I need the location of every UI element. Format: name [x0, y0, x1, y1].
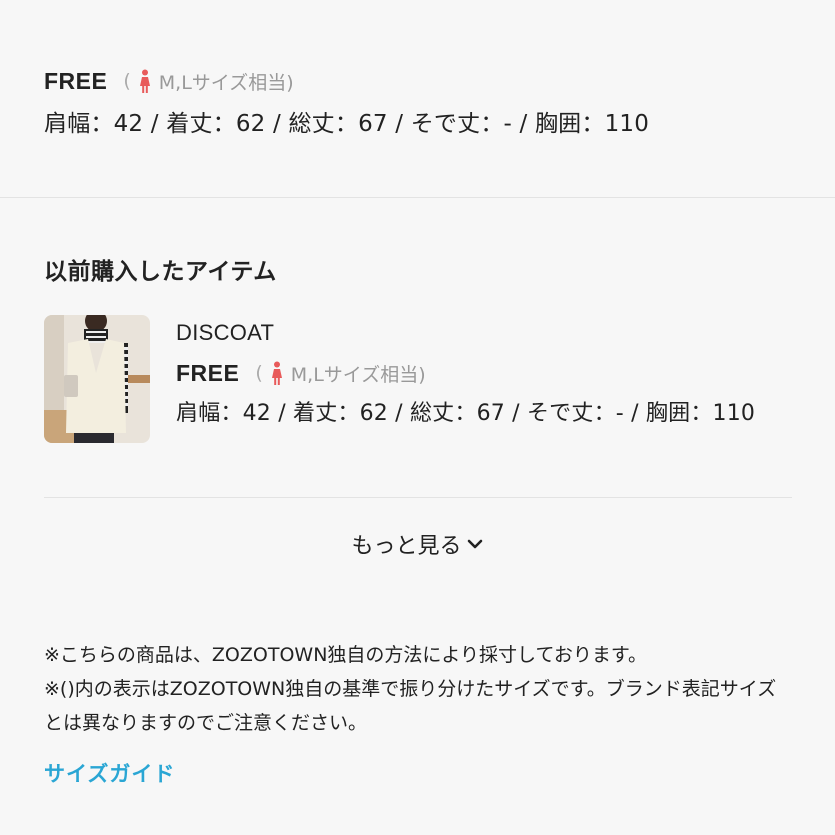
equivalent-text: M,Lサイズ相当) [158, 71, 294, 94]
measurement-notes: ※こちらの商品は、ZOZOTOWN独自の方法により採寸しております。 ※()内の… [44, 638, 794, 740]
size-equivalent: ( M,Lサイズ相当) [123, 68, 294, 95]
size-guide-link[interactable]: サイズガイド [44, 758, 175, 788]
show-more-label: もっと見る [351, 534, 462, 559]
chevron-down-icon [467, 539, 482, 549]
woman-figure-icon [139, 69, 150, 93]
item-size-row: FREE ( M,Lサイズ相当) [176, 358, 766, 388]
item-measurements: 肩幅：42 / 着丈：62 / 総丈：67 / そで丈：- / 胸囲：110 [176, 401, 756, 426]
item-size-equivalent: ( M,Lサイズ相当) [255, 360, 426, 387]
show-more-button[interactable]: もっと見る [0, 528, 835, 560]
equivalent-open-paren: ( [255, 362, 263, 384]
note-line: ※こちらの商品は、ZOZOTOWN独自の方法により採寸しております。 [44, 644, 648, 666]
note-line: ※()内の表示はZOZOTOWN独自の基準で振り分けたサイズです。ブランド表記サ… [44, 678, 777, 734]
item-size-name: FREE [176, 359, 240, 386]
size-row: FREE ( M,Lサイズ相当) [44, 66, 649, 96]
section-divider [0, 197, 835, 198]
equivalent-text: M,Lサイズ相当) [290, 363, 426, 386]
purchased-item[interactable]: DISCOAT FREE ( M,Lサイズ相当) 肩幅：42 / 着丈：62 /… [44, 315, 766, 443]
current-size-block: FREE ( M,Lサイズ相当) 肩幅：42 / 着丈：62 / 総丈：67 /… [44, 66, 649, 142]
item-divider [44, 497, 792, 498]
item-brand: DISCOAT [176, 320, 275, 345]
equivalent-open-paren: ( [123, 70, 131, 92]
item-thumbnail[interactable] [44, 315, 150, 443]
item-info: DISCOAT FREE ( M,Lサイズ相当) 肩幅：42 / 着丈：62 /… [176, 315, 766, 443]
woman-figure-icon [271, 361, 282, 385]
size-name: FREE [44, 67, 108, 94]
purchased-items-title: 以前購入したアイテム [44, 259, 277, 285]
item-photo [44, 315, 150, 443]
size-measurements: 肩幅：42 / 着丈：62 / 総丈：67 / そで丈：- / 胸囲：110 [44, 111, 650, 137]
